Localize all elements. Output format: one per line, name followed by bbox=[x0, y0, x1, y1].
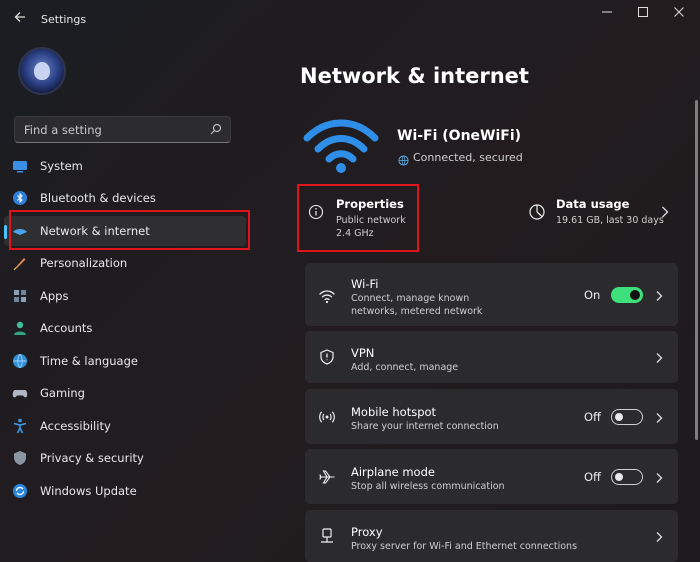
mobile-hotspot-toggle[interactable] bbox=[611, 409, 643, 425]
proxy-icon bbox=[318, 527, 336, 545]
network-status: Connected, secured bbox=[413, 151, 523, 164]
update-icon bbox=[12, 483, 28, 499]
data-usage-detail: 19.61 GB, last 30 days bbox=[556, 215, 664, 226]
toggle-state-label: On bbox=[584, 288, 601, 302]
card-title: VPN bbox=[351, 346, 375, 360]
avatar[interactable] bbox=[18, 47, 66, 95]
card-title: Mobile hotspot bbox=[351, 405, 437, 419]
toggle-state-label: Off bbox=[584, 470, 601, 484]
maximize-icon[interactable] bbox=[628, 6, 658, 22]
wifi-icon bbox=[318, 287, 336, 305]
card-subtitle: Share your internet connection bbox=[351, 421, 499, 432]
apps-icon bbox=[12, 288, 28, 304]
sidebar-item-label: Windows Update bbox=[40, 484, 137, 498]
sidebar-item-gaming[interactable]: Gaming bbox=[4, 378, 246, 408]
sidebar-item-label: Privacy & security bbox=[40, 451, 144, 465]
title-bar: Settings bbox=[0, 0, 700, 40]
globe-icon bbox=[398, 151, 409, 166]
sidebar-item-privacy-security[interactable]: Privacy & security bbox=[4, 443, 246, 473]
card-subtitle: Add, connect, manage bbox=[351, 362, 459, 373]
brush-icon bbox=[12, 255, 28, 271]
airplane-mode-card[interactable]: Airplane mode Stop all wireless communic… bbox=[305, 449, 678, 504]
card-title: Airplane mode bbox=[351, 465, 435, 479]
chevron-right-icon bbox=[655, 288, 664, 302]
mobile-hotspot-card[interactable]: Mobile hotspot Share your internet conne… bbox=[305, 389, 678, 444]
sidebar-item-label: Time & language bbox=[40, 354, 138, 368]
sidebar-item-time-language[interactable]: Time & language bbox=[4, 346, 246, 376]
sidebar-item-label: Gaming bbox=[40, 386, 85, 400]
search-placeholder: Find a setting bbox=[24, 123, 102, 137]
close-icon[interactable] bbox=[664, 6, 694, 22]
chevron-right-icon bbox=[660, 204, 670, 220]
card-subtitle: Connect, manage known bbox=[351, 293, 470, 304]
shield-icon bbox=[12, 450, 28, 466]
sidebar-item-label: Apps bbox=[40, 289, 69, 303]
system-icon bbox=[12, 158, 28, 174]
scrollbar[interactable] bbox=[695, 100, 698, 440]
card-subtitle: Proxy server for Wi-Fi and Ethernet conn… bbox=[351, 541, 578, 552]
chevron-right-icon bbox=[655, 350, 664, 364]
data-usage-title: Data usage bbox=[556, 197, 630, 211]
sidebar-item-accessibility[interactable]: Accessibility bbox=[4, 411, 246, 441]
pie-chart-icon bbox=[528, 203, 546, 221]
gaming-icon bbox=[12, 385, 28, 401]
sidebar-item-bluetooth[interactable]: Bluetooth & devices bbox=[4, 183, 246, 213]
wifi-toggle[interactable] bbox=[611, 287, 643, 303]
minimize-icon[interactable] bbox=[592, 6, 622, 22]
airplane-icon bbox=[318, 468, 336, 486]
card-subtitle-2: networks, metered network bbox=[351, 306, 483, 317]
page-title: Network & internet bbox=[300, 64, 529, 88]
hotspot-icon bbox=[318, 408, 336, 426]
chevron-right-icon bbox=[655, 410, 664, 424]
accessibility-icon bbox=[12, 418, 28, 434]
app-title: Settings bbox=[41, 13, 87, 26]
sidebar-item-label: Accessibility bbox=[40, 419, 111, 433]
wifi-card[interactable]: Wi-Fi Connect, manage known networks, me… bbox=[305, 263, 678, 326]
accounts-icon bbox=[12, 320, 28, 336]
sidebar-item-label: Bluetooth & devices bbox=[40, 191, 156, 205]
sidebar-item-accounts[interactable]: Accounts bbox=[4, 313, 246, 343]
settings-window: Settings Find a setting System Bluetooth… bbox=[0, 0, 700, 562]
sidebar-item-label: Accounts bbox=[40, 321, 93, 335]
vpn-shield-icon bbox=[318, 348, 336, 366]
time-language-icon bbox=[12, 353, 28, 369]
sidebar-item-personalization[interactable]: Personalization bbox=[4, 248, 246, 278]
wifi-large-icon bbox=[303, 116, 379, 174]
sidebar-item-label: System bbox=[40, 159, 83, 173]
sidebar-item-windows-update[interactable]: Windows Update bbox=[4, 476, 246, 506]
airplane-mode-toggle[interactable] bbox=[611, 469, 643, 485]
toggle-state-label: Off bbox=[584, 410, 601, 424]
card-title: Proxy bbox=[351, 525, 383, 539]
vpn-card[interactable]: VPN Add, connect, manage bbox=[305, 331, 678, 383]
sidebar-item-system[interactable]: System bbox=[4, 151, 246, 181]
chevron-right-icon bbox=[655, 529, 664, 543]
active-indicator bbox=[4, 225, 7, 239]
network-name: Wi-Fi (OneWiFi) bbox=[397, 128, 522, 144]
search-icon bbox=[209, 121, 223, 135]
back-arrow-icon[interactable] bbox=[8, 10, 32, 30]
highlight-box-properties bbox=[297, 184, 419, 252]
sidebar-item-apps[interactable]: Apps bbox=[4, 281, 246, 311]
bluetooth-icon bbox=[12, 190, 28, 206]
chevron-right-icon bbox=[655, 470, 664, 484]
search-input[interactable]: Find a setting bbox=[14, 116, 231, 143]
card-subtitle: Stop all wireless communication bbox=[351, 481, 505, 492]
proxy-card[interactable]: Proxy Proxy server for Wi-Fi and Etherne… bbox=[305, 510, 678, 562]
sidebar-item-label: Personalization bbox=[40, 256, 128, 270]
highlight-box-network bbox=[9, 210, 250, 250]
card-title: Wi-Fi bbox=[351, 277, 379, 291]
